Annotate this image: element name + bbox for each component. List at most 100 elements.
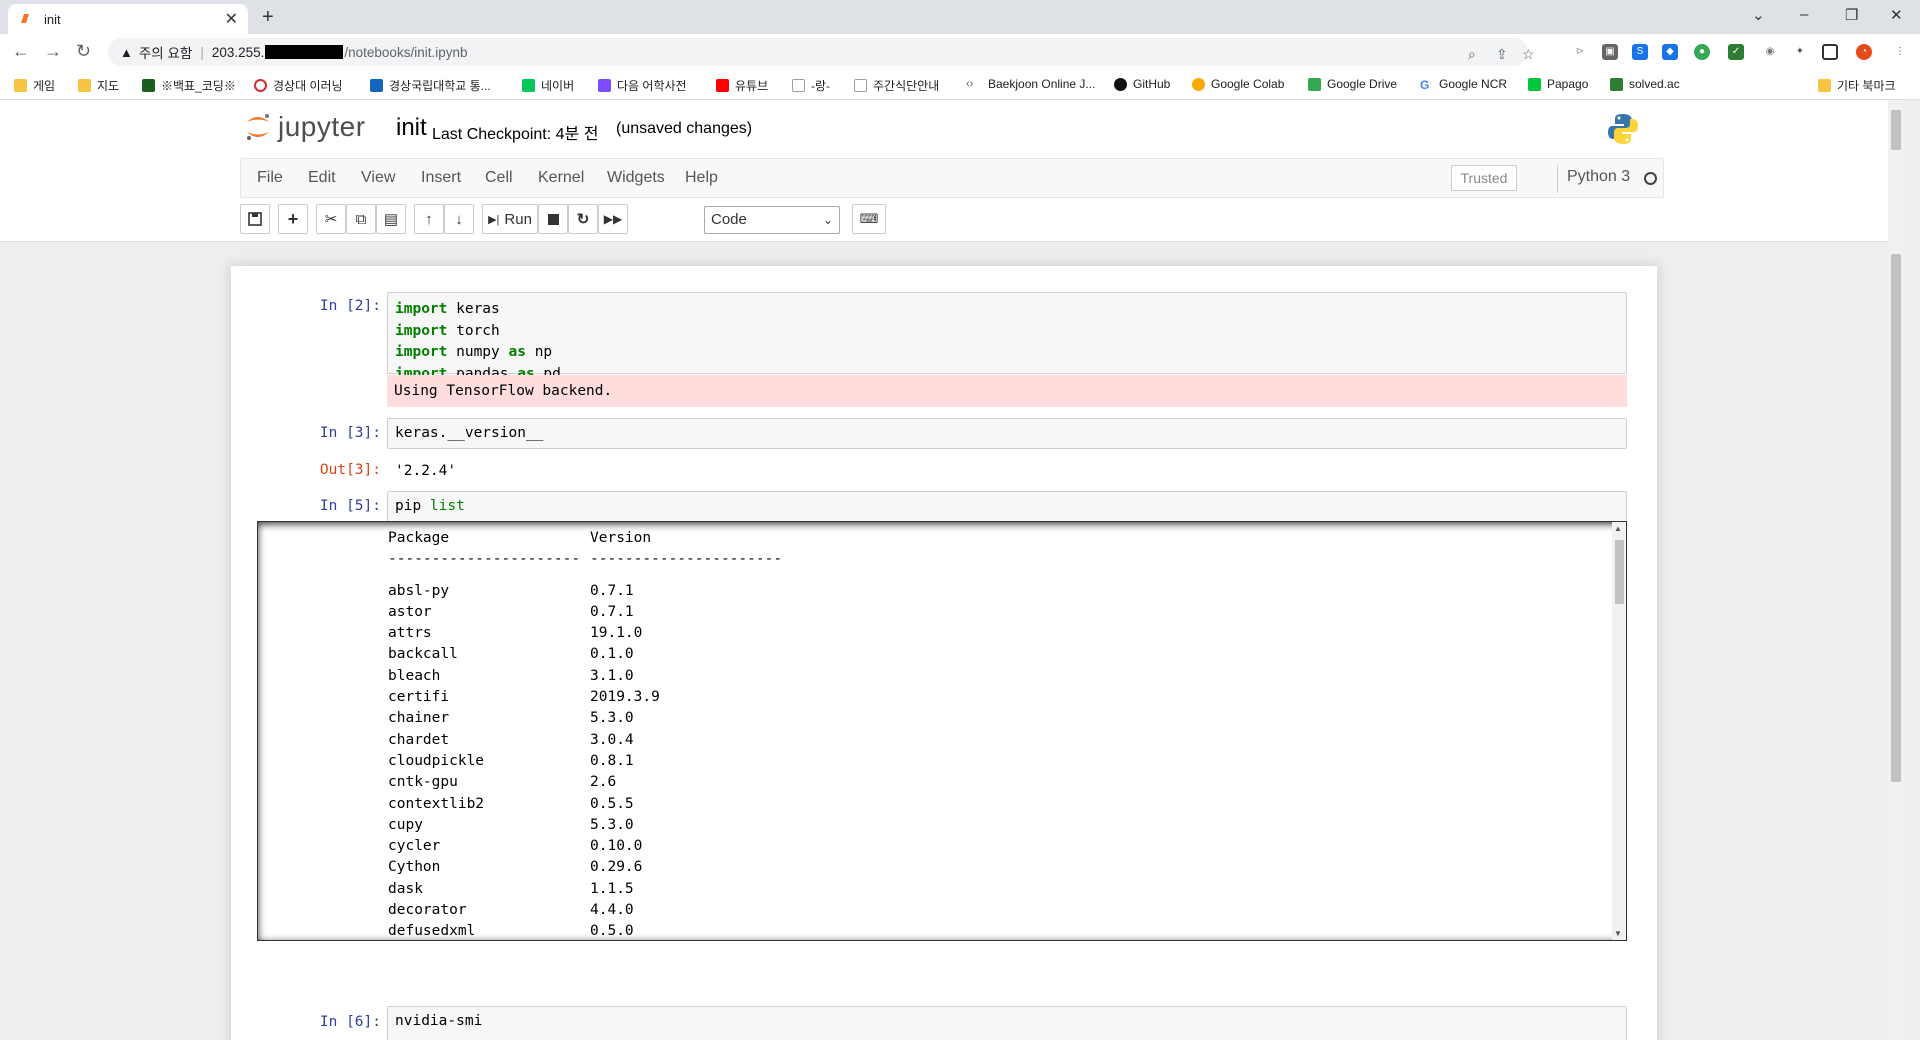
back-icon[interactable]: ← [12, 41, 30, 62]
redacted-address-bar [265, 45, 344, 59]
bookmark-item[interactable]: 경상국립대학교 통... [370, 77, 491, 94]
trusted-badge[interactable]: Trusted [1451, 165, 1517, 191]
package-row: cloudpickle 0.8.1 [388, 752, 634, 769]
output-scrollbar[interactable]: ▲ ▼ [1612, 522, 1626, 940]
page-scrollbar-thumb[interactable] [1891, 110, 1901, 150]
stderr-output: Using TensorFlow backend. [387, 375, 1627, 407]
site-icon [142, 79, 155, 92]
scroll-up-icon[interactable]: ▲ [1614, 524, 1622, 533]
cell-type-select[interactable]: Code ⌄ [704, 206, 840, 234]
code-cell-input[interactable]: nvidia-smi [387, 1006, 1627, 1040]
kernel-idle-indicator-icon [1644, 172, 1657, 185]
unsaved-status: (unsaved changes) [616, 120, 753, 137]
extensions-puzzle-icon[interactable]: ✦ [1792, 44, 1808, 60]
naver-icon [522, 79, 535, 92]
menu-widgets[interactable]: Widgets [607, 169, 665, 187]
run-button[interactable]: ▶| Run [482, 204, 538, 234]
output-scrollbar-thumb[interactable] [1615, 540, 1624, 604]
menu-help[interactable]: Help [685, 169, 718, 187]
extension-evernote-icon[interactable]: ● [1694, 44, 1710, 60]
code-cell-input[interactable]: keras.__version__ [387, 418, 1627, 449]
package-row: defusedxml 0.5.0 [388, 923, 634, 940]
menu-edit[interactable]: Edit [308, 169, 336, 187]
forward-icon[interactable]: → [44, 41, 62, 62]
notebook-scrollbar[interactable] [1888, 242, 1904, 1040]
insert-cell-button[interactable]: + [278, 204, 308, 234]
bookmark-item[interactable]: G Google NCR [1420, 77, 1507, 92]
bookmark-item[interactable]: 주간식단안내 [854, 77, 939, 94]
extension-badge-icon[interactable]: ◆ [1662, 44, 1678, 60]
bookmark-item[interactable]: solved.ac [1610, 77, 1680, 91]
profile-avatar[interactable]: ◔ [1856, 44, 1872, 60]
address-bar[interactable]: ▲ 주의 요함 | 203.255. /notebooks/init.ipynb… [108, 38, 1535, 66]
browser-menu-icon[interactable]: ⋮ [1892, 44, 1908, 60]
interrupt-button[interactable] [538, 204, 568, 234]
menu-cell[interactable]: Cell [485, 169, 513, 187]
zoom-icon[interactable]: ⌕ [1468, 46, 1476, 63]
scroll-down-icon[interactable]: ▼ [1614, 929, 1622, 938]
menu-file[interactable]: File [257, 169, 283, 187]
restore-button[interactable]: ❐ [1845, 6, 1858, 24]
extension-s-icon[interactable]: S [1632, 44, 1648, 60]
bookmark-item[interactable]: Papago [1528, 77, 1588, 91]
bookmark-item[interactable]: 경상대 이러닝 [254, 77, 343, 94]
extension-camera-icon[interactable]: ◉ [1762, 44, 1778, 60]
menu-kernel[interactable]: Kernel [538, 169, 584, 187]
move-up-button[interactable]: ↑ [414, 204, 444, 234]
site-icon [254, 79, 267, 92]
close-window-button[interactable]: ✕ [1890, 6, 1903, 24]
other-bookmarks[interactable]: 기타 북마크 [1818, 77, 1896, 94]
bookmark-item[interactable]: ‹› Baekjoon Online J... [966, 77, 1095, 91]
cut-button[interactable]: ✂ [316, 204, 346, 234]
restart-button[interactable]: ↻ [568, 204, 598, 234]
bookmark-item[interactable]: ※백표_코딩※ [142, 77, 236, 94]
menu-view[interactable]: View [361, 169, 395, 187]
tab-close-icon[interactable]: ✕ [225, 9, 238, 29]
command-palette-button[interactable]: ⌨ [852, 204, 886, 234]
package-header-row: Package Version [388, 530, 652, 546]
extension-shield-icon[interactable]: ✓ [1728, 44, 1744, 60]
arrow-up-icon: ↑ [425, 210, 433, 228]
scrolled-output[interactable]: Package Version ---------------------- ---… [257, 521, 1627, 941]
bookmark-item[interactable]: -랑- [792, 77, 830, 94]
bookmarks-bar: 게임 지도 ※백표_코딩※ 경상대 이러닝 경상국립대학교 통... 네이버 다… [0, 70, 1920, 100]
package-row: absl-py 0.7.1 [388, 582, 634, 599]
move-down-button[interactable]: ↓ [444, 204, 474, 234]
bookmark-item[interactable]: Google Drive [1308, 77, 1397, 91]
code-cell-input[interactable]: pip list [387, 491, 1627, 522]
minimize-button[interactable]: – [1800, 6, 1808, 23]
menu-insert[interactable]: Insert [421, 169, 461, 187]
daum-icon [598, 79, 611, 92]
notebook-name[interactable]: init [396, 114, 427, 142]
kernel-name[interactable]: Python 3 [1567, 168, 1630, 186]
save-button[interactable] [240, 204, 270, 234]
bookmark-item[interactable]: 네이버 [522, 77, 574, 94]
bookmark-star-icon[interactable]: ☆ [1522, 46, 1535, 63]
browser-tab[interactable]: init ✕ [8, 4, 248, 34]
code-line: import torch [395, 322, 500, 339]
extension-screenshot-icon[interactable]: ▣ [1602, 44, 1618, 60]
bookmark-item[interactable]: 유튜브 [716, 77, 768, 94]
new-tab-button[interactable]: + [262, 6, 274, 29]
bookmark-item[interactable]: Google Colab [1192, 77, 1284, 91]
package-row: cycler 0.10.0 [388, 838, 643, 855]
jupyter-logo[interactable]: jupyter [244, 110, 366, 144]
side-panel-icon[interactable] [1822, 44, 1838, 60]
copy-button[interactable]: ⧉ [346, 204, 376, 234]
tab-search-icon[interactable]: ⌄ [1752, 6, 1765, 24]
bookmark-item[interactable]: 게임 [14, 77, 55, 94]
bookmark-item[interactable]: 지도 [78, 77, 119, 94]
reload-icon[interactable]: ↻ [76, 41, 91, 62]
code-cell-input[interactable]: import keras import torch import numpy as … [387, 292, 1627, 382]
notebook-scrollbar-thumb[interactable] [1891, 254, 1901, 782]
copy-icon: ⧉ [355, 210, 367, 228]
page-icon [792, 79, 805, 92]
colab-icon [1192, 77, 1205, 91]
share-icon[interactable]: ⇪ [1496, 46, 1508, 63]
bookmark-item[interactable]: 다음 어학사전 [598, 77, 687, 94]
paste-button[interactable]: ▤ [376, 204, 406, 234]
restart-run-all-button[interactable]: ▶▶ [598, 204, 628, 234]
notebook-page: In [2]: import keras import torch import n… [231, 266, 1657, 1040]
extension-cursor-icon[interactable]: ⊳ [1572, 44, 1588, 60]
bookmark-item[interactable]: GitHub [1114, 77, 1170, 91]
